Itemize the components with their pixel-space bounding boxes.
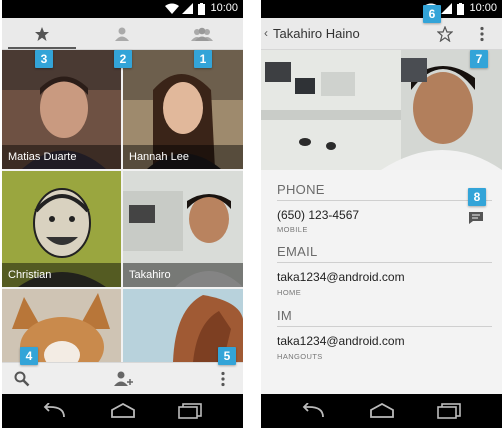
contacts-screen: 10:00 Matias Duarte Hannah Lee Christian… — [2, 0, 243, 428]
overflow-menu-icon[interactable] — [479, 26, 485, 42]
wifi-icon — [165, 3, 179, 14]
up-navigation-icon[interactable]: ‹ — [264, 26, 268, 40]
overflow-menu-icon[interactable] — [220, 371, 226, 387]
section-header-im: IM — [277, 308, 293, 323]
email-type: HOME — [277, 288, 302, 297]
phone-type: MOBILE — [277, 225, 308, 234]
contact-name: Hannah Lee — [123, 145, 243, 169]
back-icon[interactable] — [42, 403, 68, 419]
star-icon — [35, 26, 49, 41]
callout-badge: 7 — [470, 50, 488, 68]
im-type: HANGOUTS — [277, 352, 323, 361]
bottom-action-bar — [2, 362, 243, 394]
contact-name: Matias Duarte — [2, 145, 121, 169]
action-bar: ‹ Takahiro Haino — [261, 18, 502, 50]
callout-badge: 6 — [423, 5, 441, 23]
contact-tile[interactable]: Christian — [2, 171, 121, 287]
section-divider — [277, 326, 492, 327]
contact-name: Christian — [2, 263, 121, 287]
contact-name: Takahiro — [123, 263, 243, 287]
signal-icon — [441, 3, 452, 14]
recents-icon[interactable] — [178, 403, 202, 419]
star-outline-icon[interactable] — [437, 26, 453, 42]
callout-badge: 1 — [194, 50, 212, 68]
contact-tile[interactable]: Matias Duarte — [2, 50, 121, 169]
hero-photo-image — [261, 50, 502, 170]
section-header-email: EMAIL — [277, 244, 318, 259]
section-divider — [277, 262, 492, 263]
contact-tile[interactable]: Hannah Lee — [123, 50, 243, 169]
status-time: 10:00 — [469, 2, 497, 14]
contact-tabs — [2, 18, 243, 50]
tab-groups[interactable] — [162, 18, 242, 49]
contact-title[interactable]: Takahiro Haino — [273, 26, 360, 41]
recents-icon[interactable] — [437, 403, 461, 419]
home-icon[interactable] — [110, 403, 136, 419]
contact-details: PHONE (650) 123-4567 MOBILE EMAIL taka12… — [261, 170, 502, 394]
callout-badge: 3 — [35, 50, 53, 68]
tab-favorites[interactable] — [2, 18, 82, 49]
navigation-bar — [2, 394, 243, 428]
section-divider — [277, 200, 492, 201]
im-address[interactable]: taka1234@android.com — [277, 334, 405, 348]
phone-number[interactable]: (650) 123-4567 — [277, 208, 359, 222]
section-header-phone: PHONE — [277, 182, 325, 197]
callout-badge: 8 — [468, 188, 486, 206]
battery-icon — [457, 3, 464, 15]
favorites-grid: Matias Duarte Hannah Lee Christian Takah… — [2, 50, 243, 362]
status-time: 10:00 — [210, 2, 238, 14]
callout-badge: 2 — [114, 50, 132, 68]
callout-badge: 5 — [218, 347, 236, 365]
status-bar: 10:00 — [261, 0, 502, 18]
navigation-bar — [261, 394, 502, 428]
home-icon[interactable] — [369, 403, 395, 419]
contact-tile[interactable]: Takahiro — [123, 171, 243, 287]
contact-detail-screen: 10:00 ‹ Takahiro Haino PHONE (650) 123-4… — [261, 0, 502, 428]
callout-badge: 4 — [20, 347, 38, 365]
email-address[interactable]: taka1234@android.com — [277, 270, 405, 284]
status-bar: 10:00 — [2, 0, 243, 18]
search-icon[interactable] — [14, 371, 30, 387]
tab-all-contacts[interactable] — [82, 18, 162, 49]
battery-icon — [198, 3, 205, 15]
group-icon — [191, 27, 213, 41]
back-icon[interactable] — [301, 403, 327, 419]
message-icon[interactable] — [469, 212, 483, 224]
person-icon — [115, 27, 129, 41]
add-contact-icon[interactable] — [113, 370, 133, 388]
contact-hero-photo — [261, 50, 502, 170]
signal-icon — [182, 3, 193, 14]
